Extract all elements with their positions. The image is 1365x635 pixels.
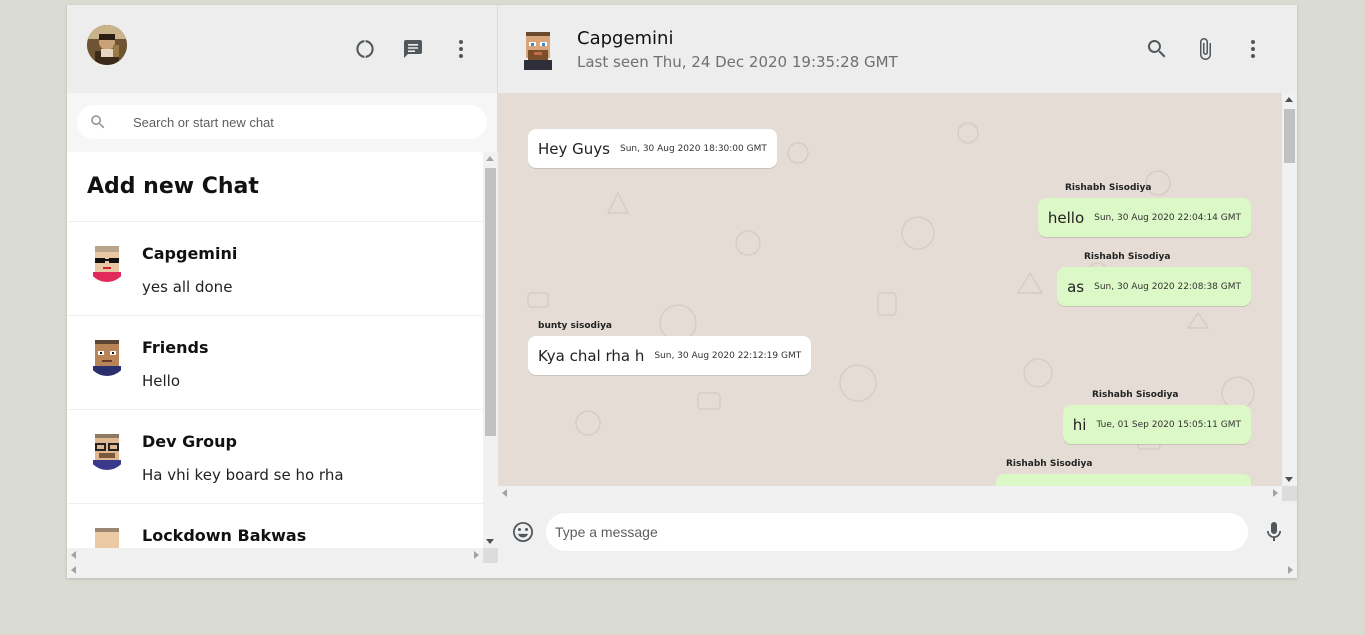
- search-icon: [89, 113, 107, 131]
- message-bubble: hi Tue, 01 Sep 2020 15:05:11 GMT: [1062, 405, 1251, 444]
- chat-header: Capgemini Last seen Thu, 24 Dec 2020 19:…: [498, 5, 1297, 93]
- chat-title: Capgemini: [577, 28, 674, 49]
- scroll-right-arrow[interactable]: [474, 551, 479, 559]
- messages-hscrollbar[interactable]: [498, 486, 1282, 501]
- whatsapp-clone-window: Add new Chat Capgemini yes all d: [67, 5, 1297, 578]
- chat-last-seen: Last seen Thu, 24 Dec 2020 19:35:28 GMT: [577, 53, 898, 71]
- message-text: as: [1067, 277, 1085, 296]
- message-time: Tue, 01 Sep 2020 15:05:11 GMT: [1096, 419, 1241, 430]
- chat-list-scrollbar[interactable]: [483, 152, 498, 548]
- message-sender: Rishabh Sisodiya: [1065, 183, 1152, 193]
- message-bubble: Kya chal rha h Sun, 30 Aug 2020 22:12:19…: [528, 336, 812, 375]
- scroll-down-arrow[interactable]: [486, 539, 494, 544]
- scroll-up-arrow[interactable]: [486, 156, 494, 161]
- message-area: Hey Guys Sun, 30 Aug 2020 18:30:00 GMT R…: [498, 93, 1282, 486]
- scroll-corner: [483, 548, 498, 563]
- user-avatar[interactable]: [87, 25, 127, 65]
- chat-header-avatar[interactable]: [521, 30, 555, 70]
- add-new-chat[interactable]: Add new Chat: [67, 152, 483, 222]
- sidebar: Add new Chat Capgemini yes all d: [67, 5, 498, 578]
- search-icon[interactable]: [1145, 37, 1169, 61]
- message-time: Sun, 30 Aug 2020 18:30:00 GMT: [619, 143, 767, 154]
- message-bubble: as Sun, 30 Aug 2020 22:08:38 GMT: [1057, 267, 1251, 306]
- search-bar: [67, 93, 497, 152]
- chat-item-lockdown-bakwas[interactable]: Lockdown Bakwas: [67, 504, 483, 548]
- sidebar-menu-icon[interactable]: [449, 37, 473, 61]
- chat-item-friends[interactable]: Friends Hello: [67, 316, 483, 410]
- message-input[interactable]: [546, 513, 1248, 551]
- search-input[interactable]: [133, 105, 473, 139]
- message-bubble: [996, 474, 1251, 486]
- message-bubble: Hey Guys Sun, 30 Aug 2020 18:30:00 GMT: [528, 129, 777, 168]
- scroll-down-arrow[interactable]: [1285, 477, 1293, 482]
- window-hscrollbar[interactable]: [67, 563, 1297, 578]
- message-text: hi: [1072, 415, 1087, 434]
- scroll-up-arrow[interactable]: [1285, 97, 1293, 102]
- message-time: Sun, 30 Aug 2020 22:12:19 GMT: [654, 350, 802, 361]
- chat-panel: Capgemini Last seen Thu, 24 Dec 2020 19:…: [498, 5, 1297, 563]
- scrollbar-thumb[interactable]: [485, 168, 496, 436]
- chat-menu-icon[interactable]: [1241, 37, 1265, 61]
- emoji-icon[interactable]: [511, 520, 535, 544]
- chat-avatar: [87, 336, 127, 376]
- message-text: hello: [1047, 208, 1085, 227]
- chat-last-message: Ha vhi key board se ho rha: [142, 466, 344, 484]
- scroll-corner: [1282, 486, 1297, 501]
- message-sender: Rishabh Sisodiya: [1006, 459, 1093, 469]
- chat-avatar: [87, 430, 127, 470]
- chat-avatar: [87, 242, 127, 282]
- scrollbar-thumb[interactable]: [1284, 109, 1295, 163]
- message-sender: Rishabh Sisodiya: [1084, 252, 1171, 262]
- messages-scrollbar[interactable]: [1282, 93, 1297, 486]
- scroll-right-arrow[interactable]: [1273, 489, 1278, 497]
- sidebar-header: [67, 5, 497, 93]
- chat-name: Lockdown Bakwas: [142, 526, 307, 545]
- chat-avatar: [87, 524, 127, 548]
- message-text: Kya chal rha h: [538, 346, 645, 365]
- chat-list: Add new Chat Capgemini yes all done Frie…: [67, 152, 483, 548]
- scroll-right-arrow[interactable]: [1288, 566, 1293, 574]
- attach-icon[interactable]: [1193, 37, 1217, 61]
- chat-name: Friends: [142, 338, 209, 357]
- chat-name: Dev Group: [142, 432, 237, 451]
- status-icon[interactable]: [353, 37, 377, 61]
- message-bubble: hello Sun, 30 Aug 2020 22:04:14 GMT: [1037, 198, 1251, 237]
- chat-list-hscrollbar[interactable]: [67, 548, 483, 563]
- message-time: Sun, 30 Aug 2020 22:04:14 GMT: [1094, 212, 1241, 223]
- scroll-left-arrow[interactable]: [502, 489, 507, 497]
- new-chat-icon[interactable]: [401, 37, 425, 61]
- microphone-icon[interactable]: [1262, 520, 1286, 544]
- message-text: Hey Guys: [538, 139, 610, 158]
- chat-item-capgemini[interactable]: Capgemini yes all done: [67, 222, 483, 316]
- chat-item-dev-group[interactable]: Dev Group Ha vhi key board se ho rha: [67, 410, 483, 504]
- message-sender: Rishabh Sisodiya: [1092, 390, 1179, 400]
- scroll-left-arrow[interactable]: [71, 566, 76, 574]
- message-time: Sun, 30 Aug 2020 22:08:38 GMT: [1094, 281, 1241, 292]
- message-composer: [498, 501, 1297, 563]
- chat-last-message: yes all done: [142, 278, 233, 296]
- chat-last-message: Hello: [142, 372, 181, 390]
- message-sender: bunty sisodiya: [538, 321, 613, 331]
- scroll-left-arrow[interactable]: [71, 551, 76, 559]
- chat-name: Capgemini: [142, 244, 238, 263]
- search-box[interactable]: [77, 105, 487, 139]
